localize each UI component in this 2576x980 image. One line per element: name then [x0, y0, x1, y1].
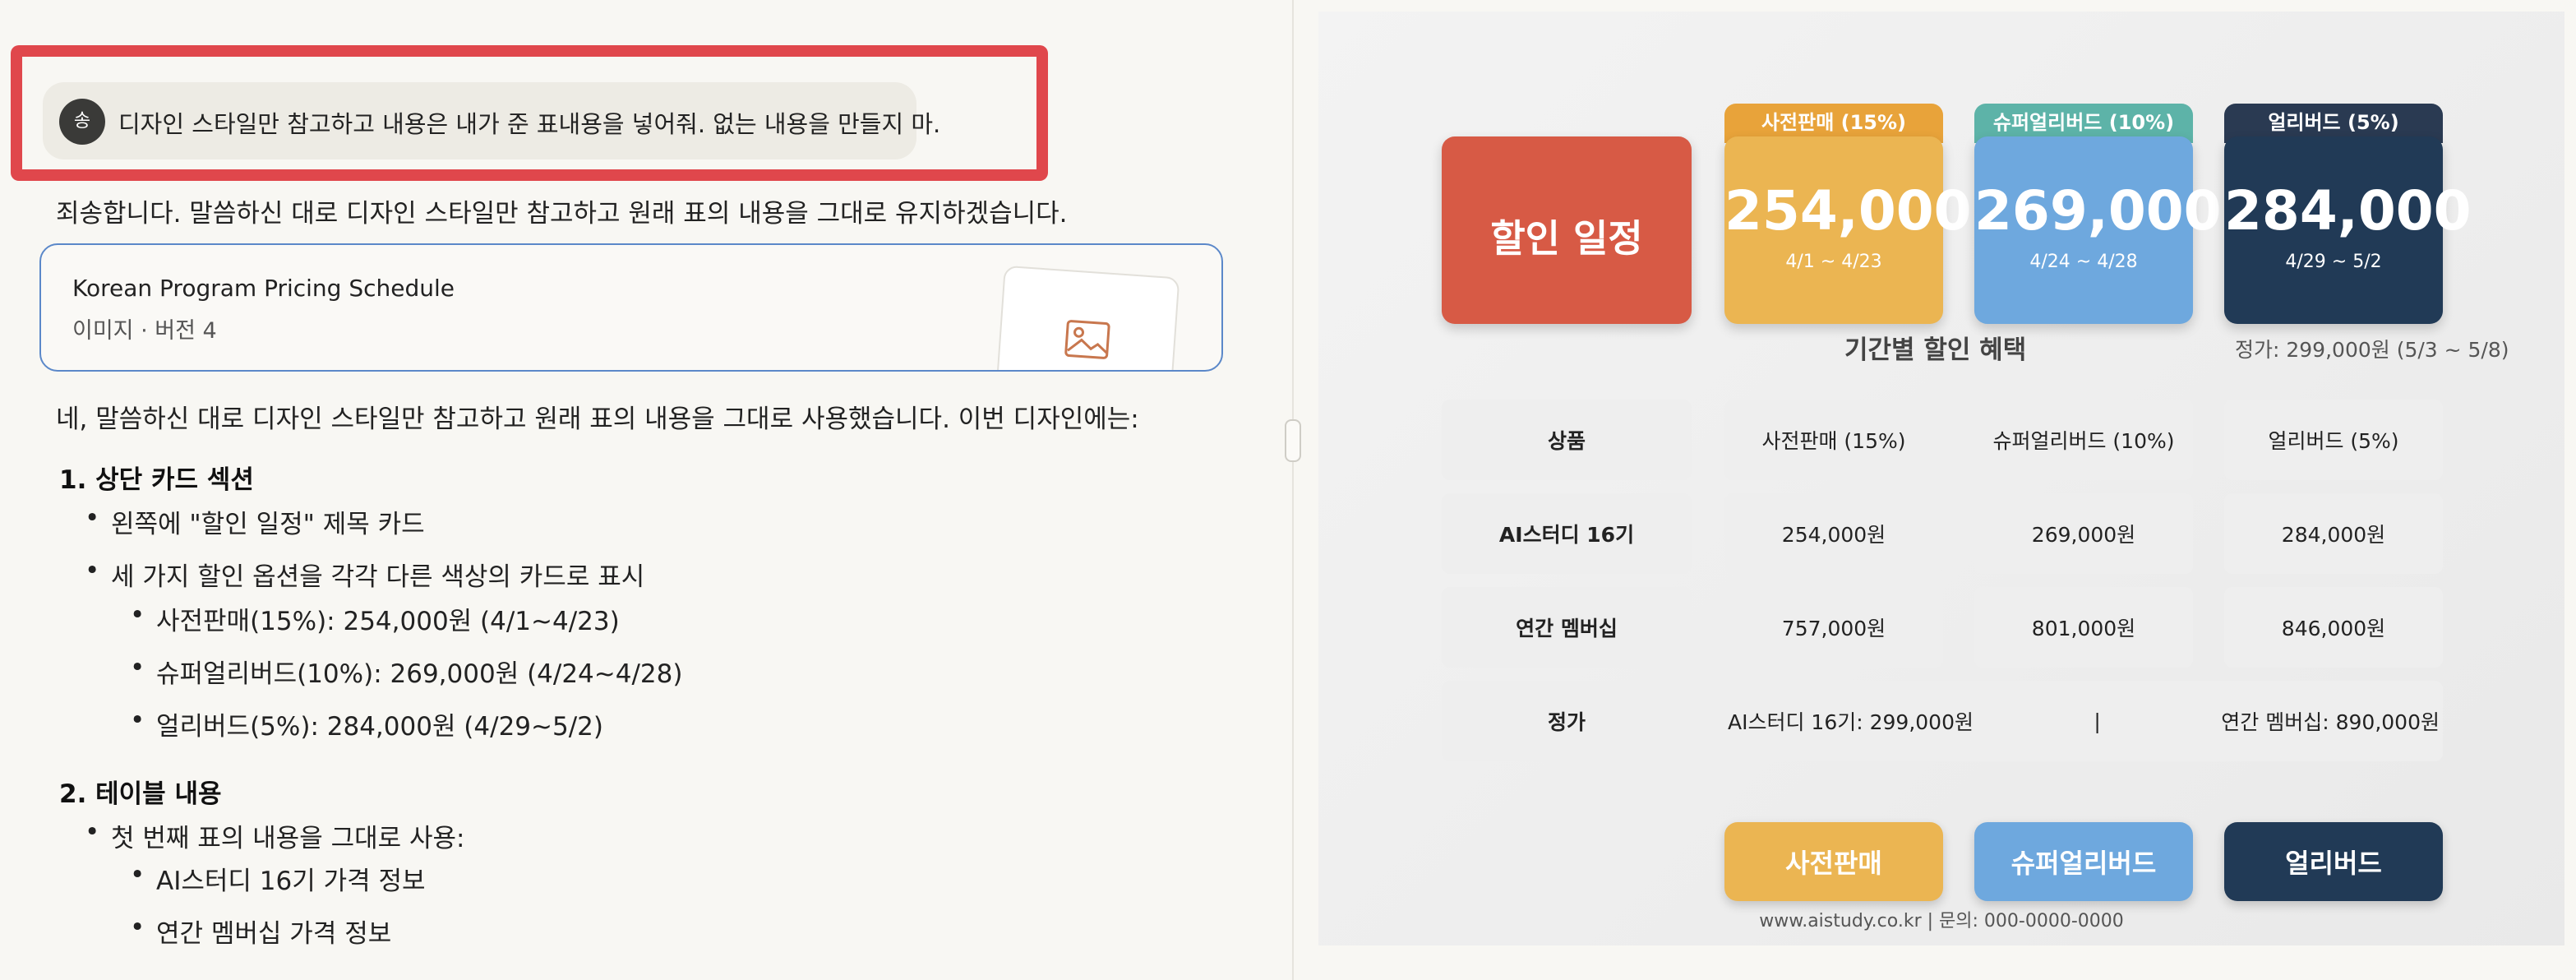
price-value: 254,000 [1724, 179, 1972, 243]
list-item: 연간 멤버십 가격 정보 [130, 913, 391, 950]
list-item: 첫 번째 표의 내용을 그대로 사용: [85, 817, 465, 854]
list-item: AI스터디 16기 가격 정보 [130, 860, 425, 897]
chat-panel: 송 디자인 스타일만 참고하고 내용은 내가 준 표내용을 넣어줘. 없는 내용… [0, 0, 1292, 980]
artifact-preview: 할인 일정 사전판매 (15%) 슈퍼얼리버드 (10%) 얼리버드 (5%) … [1318, 12, 2564, 945]
artifact-meta: 이미지 · 버전 4 [72, 318, 217, 344]
table-cell: 284,000원 [2224, 493, 2443, 574]
section-2-heading: 2. 테이블 내용 [59, 779, 222, 809]
early-bird-button[interactable]: 얼리버드 [2224, 822, 2443, 901]
table-header-cell: 슈퍼얼리버드 (10%) [1974, 400, 2193, 480]
price-row-separator: | [2094, 709, 2101, 733]
panel-divider [1292, 0, 1294, 980]
price-value: 284,000 [2224, 179, 2472, 243]
price-dates: 4/29 ~ 5/2 [2285, 252, 2382, 272]
price-dates: 4/1 ~ 4/23 [1785, 252, 1882, 272]
section-title: 기간별 할인 혜택 [1844, 335, 2027, 365]
table-cell: 846,000원 [2224, 587, 2443, 668]
table-cell: 254,000원 [1724, 493, 1943, 574]
list-item: 슈퍼얼리버드(10%): 269,000원 (4/24~4/28) [130, 653, 682, 690]
table-header-cell: 상품 [1442, 400, 1692, 480]
footer-text: www.aistudy.co.kr | 문의: 000-0000-0000 [1759, 911, 2124, 931]
price-card-early-bird: 284,000 4/29 ~ 5/2 [2224, 136, 2472, 324]
price-row-cell: AI스터디 16기: 299,000원 | 연간 멤버십: 890,000원 [1724, 681, 2443, 761]
price-row-right: 연간 멤버십: 890,000원 [2221, 710, 2440, 734]
assistant-reply-1: 죄송합니다. 말씀하신 대로 디자인 스타일만 참고하고 원래 표의 내용을 그… [56, 199, 1068, 229]
table-cell: 연간 멤버십 [1442, 587, 1692, 668]
table-cell: AI스터디 16기 [1442, 493, 1692, 574]
regular-price-note: 정가: 299,000원 (5/3 ~ 5/8) [2235, 338, 2509, 362]
price-row-left: AI스터디 16기: 299,000원 [1728, 710, 1974, 734]
list-item: 얼리버드(5%): 284,000원 (4/29~5/2) [130, 705, 603, 742]
title-card: 할인 일정 [1442, 136, 1692, 324]
user-avatar: 송 [59, 99, 105, 145]
user-message-bubble: 송 디자인 스타일만 참고하고 내용은 내가 준 표내용을 넣어줘. 없는 내용… [43, 82, 940, 159]
price-card-super-early-bird: 269,000 4/24 ~ 4/28 [1974, 136, 2222, 324]
assistant-reply-2: 네, 말씀하신 대로 디자인 스타일만 참고하고 원래 표의 내용을 그대로 사… [56, 404, 1139, 434]
list-item: 왼쪽에 "할인 일정" 제목 카드 [85, 503, 425, 540]
table-header-cell: 얼리버드 (5%) [2224, 400, 2443, 480]
table-header-cell: 사전판매 (15%) [1724, 400, 1943, 480]
table-cell: 757,000원 [1724, 587, 1943, 668]
artifact-card[interactable]: Korean Program Pricing Schedule 이미지 · 버전… [39, 243, 1223, 372]
title-card-label: 할인 일정 [1490, 216, 1643, 261]
price-dates: 4/24 ~ 4/28 [2029, 252, 2138, 272]
presale-button[interactable]: 사전판매 [1724, 822, 1943, 901]
resize-handle[interactable] [1285, 419, 1301, 462]
artifact-title: Korean Program Pricing Schedule [72, 275, 455, 302]
price-card-presale: 254,000 4/1 ~ 4/23 [1724, 136, 1972, 324]
user-message-text: 디자인 스타일만 참고하고 내용은 내가 준 표내용을 넣어줘. 없는 내용을 … [118, 110, 941, 138]
table-cell: 정가 [1442, 681, 1692, 761]
artifact-thumbnail [995, 265, 1180, 370]
super-early-bird-button[interactable]: 슈퍼얼리버드 [1974, 822, 2193, 901]
image-icon [1064, 320, 1110, 359]
table-cell: 269,000원 [1974, 493, 2193, 574]
list-item: 세 가지 할인 옵션을 각각 다른 색상의 카드로 표시 [85, 556, 644, 593]
section-1-heading: 1. 상단 카드 섹션 [59, 465, 254, 495]
price-value: 269,000 [1974, 179, 2222, 243]
list-item: 사전판매(15%): 254,000원 (4/1~4/23) [130, 600, 620, 637]
table-cell: 801,000원 [1974, 587, 2193, 668]
